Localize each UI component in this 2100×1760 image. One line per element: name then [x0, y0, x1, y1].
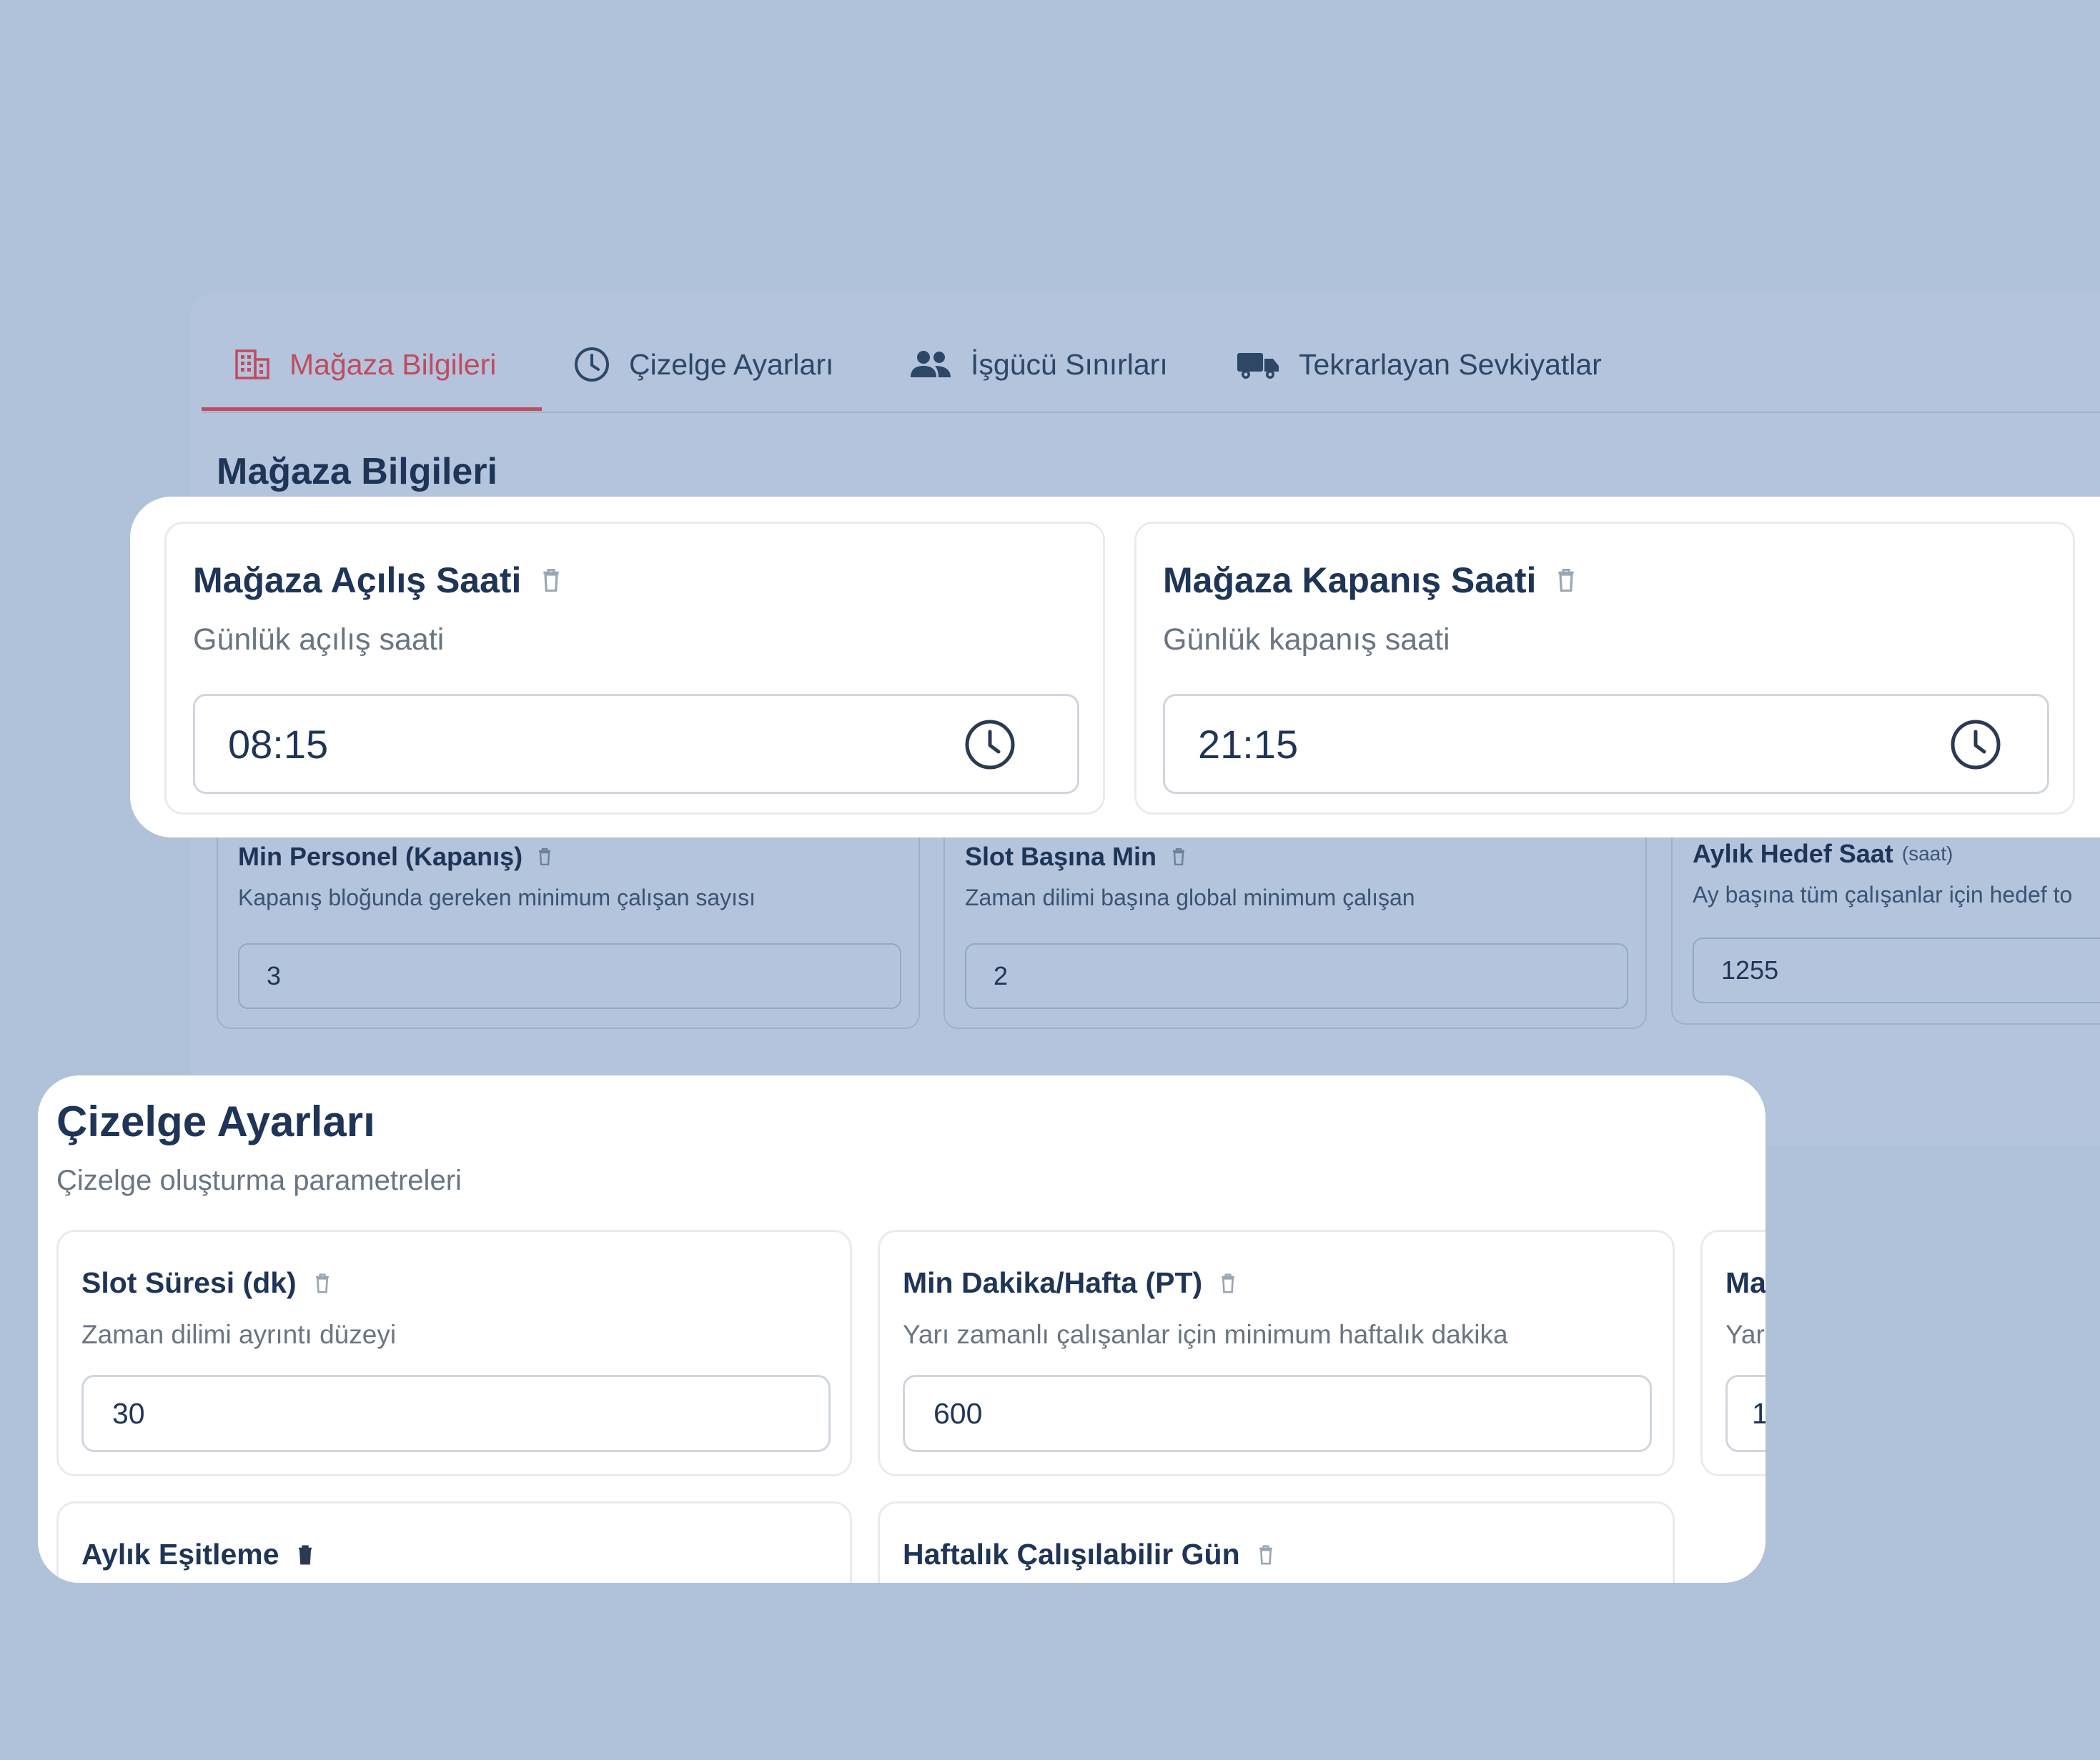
section-title: Çizelge Ayarları	[56, 1098, 375, 1145]
card-description: Zaman dilimi başına global minimum çalış…	[965, 885, 1415, 910]
active-tab-indicator	[202, 407, 542, 411]
card-title-text: Slot Süresi (dk)	[81, 1266, 297, 1299]
card-title: Slot Başına Min	[965, 842, 1185, 872]
min-per-slot-card: Slot Başına Min Zaman dilimi başına glob…	[943, 815, 1647, 1029]
card-title: Haftalık Çalışılabilir Gün	[903, 1538, 1273, 1571]
card-title: Aylık Eşitleme	[81, 1538, 312, 1571]
tab-schedule-settings[interactable]: Çizelge Ayarları	[573, 318, 833, 411]
partial-card-input[interactable]: 1	[1725, 1375, 1765, 1452]
tab-label: Tekrarlayan Sevkiyatlar	[1299, 347, 1602, 381]
card-description: Kapanış bloğunda gereken minimum çalışan…	[238, 885, 756, 910]
tab-label: İşgücü Sınırları	[971, 347, 1168, 381]
card-description: Günlük kapanış saati	[1163, 622, 1450, 657]
card-title-text: Aylık Eşitleme	[81, 1538, 279, 1571]
card-title: Mağaza Açılış Saati	[193, 560, 560, 601]
slot-duration-card: Slot Süresi (dk) Zaman dilimi ayrıntı dü…	[56, 1230, 852, 1476]
card-title: Aylık Hedef Saat (saat)	[1693, 839, 1953, 869]
trash-icon[interactable]	[315, 1273, 330, 1293]
monthly-target-hours-input[interactable]: 1255	[1693, 938, 2100, 1003]
users-icon	[911, 351, 951, 377]
input-value: 08:15	[228, 721, 329, 767]
card-title: Min Dakika/Hafta (PT)	[903, 1266, 1235, 1300]
card-title: Slot Süresi (dk)	[81, 1266, 330, 1300]
card-title-text: Haftalık Çalışılabilir Gün	[903, 1538, 1240, 1571]
card-title-text: Min Dakika/Hafta (PT)	[903, 1266, 1203, 1299]
store-hours-highlight: Mağaza Açılış Saati Günlük açılış saati …	[130, 497, 2100, 837]
clock-icon	[575, 347, 609, 382]
opening-time-card: Mağaza Açılış Saati Günlük açılış saati …	[164, 522, 1105, 815]
trash-icon[interactable]	[1557, 569, 1575, 592]
truck-icon	[1237, 353, 1279, 379]
card-title: Min Personel (Kapanış)	[238, 842, 551, 872]
min-minutes-week-input[interactable]: 600	[903, 1375, 1652, 1452]
tab-label: Çizelge Ayarları	[629, 347, 834, 381]
partial-card: Ma Yar 1	[1700, 1230, 1765, 1476]
card-title-text: Slot Başına Min	[965, 842, 1157, 871]
clock-icon[interactable]	[963, 717, 1017, 772]
card-description: Yarı zamanlı çalışanlar için minimum haf…	[903, 1320, 1508, 1349]
tab-workforce-limits[interactable]: İşgücü Sınırları	[909, 318, 1168, 411]
section-title: Mağaza Bilgileri	[217, 451, 497, 492]
tab-store-info[interactable]: Mağaza Bilgileri	[234, 318, 496, 411]
closing-time-input[interactable]: 21:15	[1163, 694, 2049, 794]
min-minutes-week-card: Min Dakika/Hafta (PT) Yarı zamanlı çalış…	[878, 1230, 1675, 1476]
card-title-text: Mağaza Açılış Saati	[193, 560, 522, 600]
closing-time-card: Mağaza Kapanış Saati Günlük kapanış saat…	[1134, 522, 2075, 815]
opening-time-input[interactable]: 08:15	[193, 694, 1079, 794]
weekly-workable-days-card: Haftalık Çalışılabilir Gün	[878, 1501, 1675, 1583]
trash-icon[interactable]	[543, 569, 560, 592]
card-title-text: Mağaza Kapanış Saati	[1163, 560, 1537, 600]
tab-divider	[202, 412, 2100, 413]
card-title-text: Min Personel (Kapanış)	[238, 842, 523, 871]
min-staff-closing-input[interactable]: 3	[238, 943, 901, 1009]
tab-recurring-shipments[interactable]: Tekrarlayan Sevkiyatlar	[1236, 318, 1602, 411]
card-description: Yar	[1725, 1320, 1765, 1349]
card-description: Zaman dilimi ayrıntı düzeyi	[81, 1320, 397, 1349]
card-description: Ay başına tüm çalışanlar için hedef to	[1693, 882, 2073, 908]
card-title: Mağaza Kapanış Saati	[1163, 560, 1575, 601]
card-title: Ma	[1725, 1266, 1765, 1299]
slot-duration-input[interactable]: 30	[81, 1375, 831, 1452]
monthly-target-hours-card: Aylık Hedef Saat (saat) Ay başına tüm ça…	[1671, 810, 2100, 1025]
monthly-equalization-card: Aylık Eşitleme	[56, 1501, 852, 1583]
trash-icon[interactable]	[1172, 848, 1185, 865]
min-per-slot-input[interactable]: 2	[965, 943, 1628, 1009]
clock-icon[interactable]	[1948, 717, 2003, 772]
trash-icon[interactable]	[1259, 1544, 1273, 1565]
card-title-text: Aylık Hedef Saat	[1693, 839, 1893, 868]
card-description: Günlük açılış saati	[193, 622, 445, 657]
input-value: 21:15	[1198, 721, 1299, 767]
min-staff-closing-card: Min Personel (Kapanış) Kapanış bloğunda …	[217, 815, 920, 1029]
trash-icon[interactable]	[538, 848, 551, 865]
trash-icon[interactable]	[1221, 1273, 1235, 1293]
trash-icon[interactable]	[298, 1544, 312, 1565]
tab-label: Mağaza Bilgileri	[289, 347, 497, 381]
section-subtitle: Çizelge oluşturma parametreleri	[56, 1165, 462, 1196]
card-unit: (saat)	[1901, 842, 1953, 865]
schedule-settings-highlight: Çizelge Ayarları Çizelge oluşturma param…	[38, 1075, 1765, 1583]
tab-bar: Mağaza Bilgileri Çizelge Ayarları İşgücü…	[202, 318, 2100, 411]
building-icon	[235, 349, 269, 379]
